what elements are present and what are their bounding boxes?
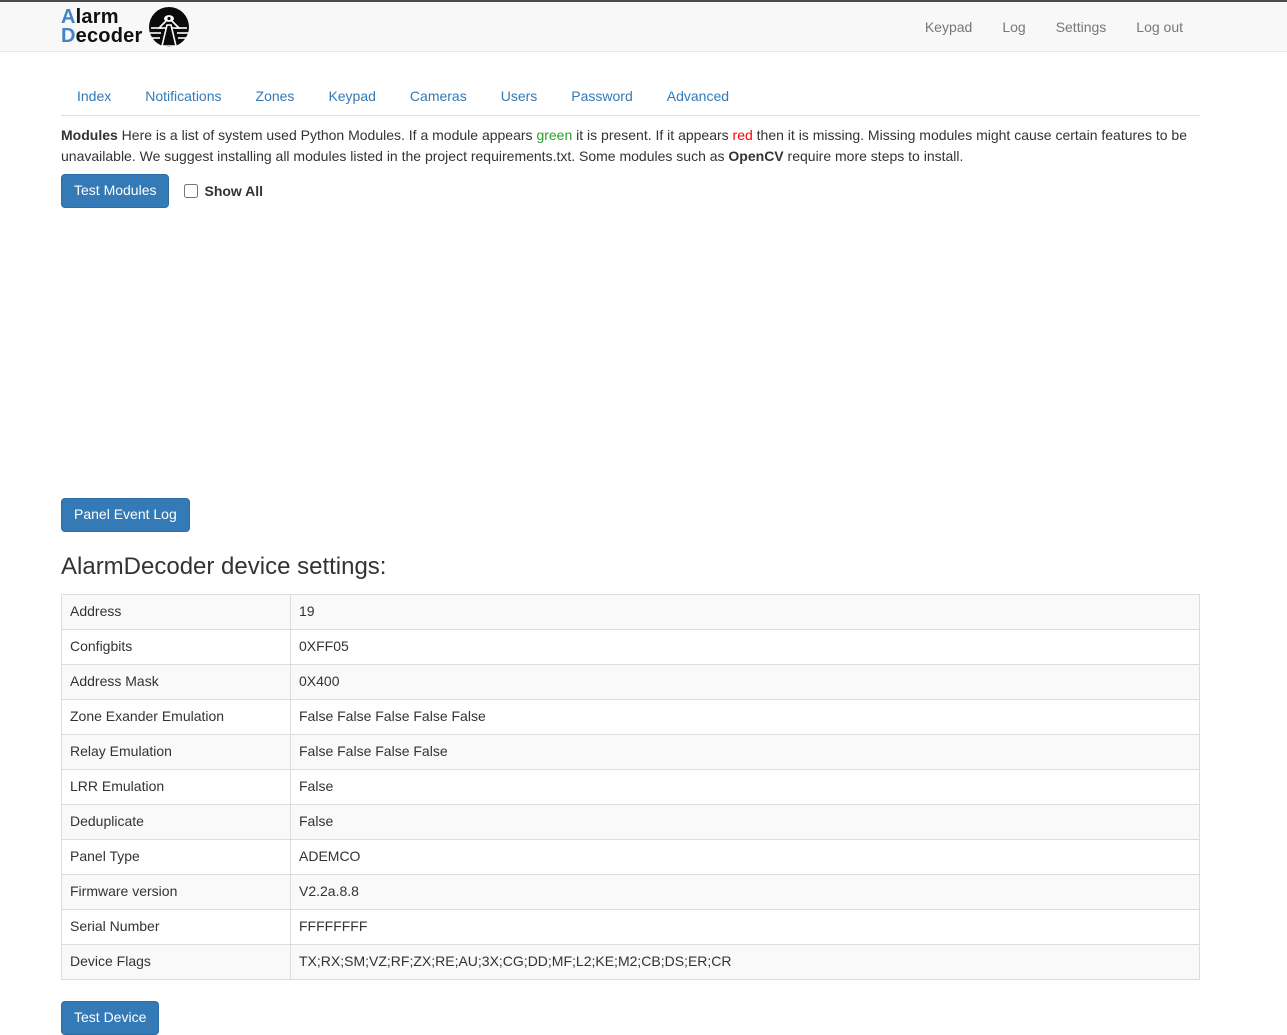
brand-logo[interactable]: Alarm Decoder xyxy=(61,6,190,48)
test-device-button[interactable]: Test Device xyxy=(61,1001,159,1035)
table-row: Address Mask0X400 xyxy=(62,664,1200,699)
device-setting-value: False xyxy=(291,769,1200,804)
device-setting-value: 0XFF05 xyxy=(291,629,1200,664)
module-results-area xyxy=(61,208,1200,498)
green-status-word: green xyxy=(536,127,572,143)
nav-item-log-out[interactable]: Log out xyxy=(1121,4,1198,50)
table-row: Serial NumberFFFFFFFF xyxy=(62,909,1200,944)
device-setting-label: Device Flags xyxy=(62,944,291,979)
device-setting-value: False xyxy=(291,804,1200,839)
device-settings-table: Address19Configbits0XFF05Address Mask0X4… xyxy=(61,594,1200,980)
device-setting-label: Configbits xyxy=(62,629,291,664)
opencv-word: OpenCV xyxy=(728,148,783,164)
device-setting-label: Address xyxy=(62,594,291,629)
navbar-menu: KeypadLogSettingsLog out xyxy=(910,4,1198,50)
table-row: Address19 xyxy=(62,594,1200,629)
device-setting-value: 0X400 xyxy=(291,664,1200,699)
red-status-word: red xyxy=(733,127,753,143)
modules-controls: Test Modules Show All xyxy=(61,174,1200,208)
device-setting-value: 19 xyxy=(291,594,1200,629)
main-content: IndexNotificationsZonesKeypadCamerasUser… xyxy=(61,77,1200,1035)
modules-description-text: Here is a list of system used Python Mod… xyxy=(118,127,537,143)
panel-log-row: Panel Event Log xyxy=(61,498,1200,532)
show-all-option[interactable]: Show All xyxy=(184,183,263,199)
modules-description-text: it is present. If it appears xyxy=(572,127,732,143)
modules-description-text: require more steps to install. xyxy=(784,148,964,164)
device-setting-label: LRR Emulation xyxy=(62,769,291,804)
brand-wordmark: Alarm Decoder xyxy=(61,8,142,46)
tab-advanced[interactable]: Advanced xyxy=(651,77,745,115)
table-row: Panel TypeADEMCO xyxy=(62,839,1200,874)
device-setting-value: V2.2a.8.8 xyxy=(291,874,1200,909)
device-setting-value: False False False False xyxy=(291,734,1200,769)
device-setting-label: Zone Exander Emulation xyxy=(62,699,291,734)
navbar: Alarm Decoder KeypadLogSettingsLog out xyxy=(0,2,1287,52)
tab-zones[interactable]: Zones xyxy=(240,77,311,115)
device-setting-label: Address Mask xyxy=(62,664,291,699)
panel-event-log-button[interactable]: Panel Event Log xyxy=(61,498,190,532)
table-row: DeduplicateFalse xyxy=(62,804,1200,839)
table-row: Relay EmulationFalse False False False xyxy=(62,734,1200,769)
modules-description-lead: Modules xyxy=(61,127,118,143)
device-settings-heading: AlarmDecoder device settings: xyxy=(61,553,1200,581)
device-setting-label: Serial Number xyxy=(62,909,291,944)
device-setting-value: ADEMCO xyxy=(291,839,1200,874)
device-setting-label: Deduplicate xyxy=(62,804,291,839)
show-all-label: Show All xyxy=(204,183,263,199)
table-row: Configbits0XFF05 xyxy=(62,629,1200,664)
device-setting-label: Panel Type xyxy=(62,839,291,874)
nav-item-keypad[interactable]: Keypad xyxy=(910,4,987,50)
tab-password[interactable]: Password xyxy=(555,77,648,115)
device-setting-value: False False False False False xyxy=(291,699,1200,734)
test-modules-button[interactable]: Test Modules xyxy=(61,174,169,208)
alarmdecoder-lighthouse-icon xyxy=(148,6,190,48)
table-row: Device FlagsTX;RX;SM;VZ;RF;ZX;RE;AU;3X;C… xyxy=(62,944,1200,979)
table-row: Zone Exander EmulationFalse False False … xyxy=(62,699,1200,734)
device-setting-value: FFFFFFFF xyxy=(291,909,1200,944)
device-settings-table-body: Address19Configbits0XFF05Address Mask0X4… xyxy=(62,594,1200,979)
show-all-checkbox[interactable] xyxy=(184,184,198,198)
table-row: Firmware versionV2.2a.8.8 xyxy=(62,874,1200,909)
tab-index[interactable]: Index xyxy=(61,77,127,115)
device-setting-label: Relay Emulation xyxy=(62,734,291,769)
tab-notifications[interactable]: Notifications xyxy=(129,77,237,115)
tab-keypad[interactable]: Keypad xyxy=(312,77,391,115)
nav-item-settings[interactable]: Settings xyxy=(1041,4,1122,50)
table-row: LRR EmulationFalse xyxy=(62,769,1200,804)
page-tabs: IndexNotificationsZonesKeypadCamerasUser… xyxy=(61,77,1200,116)
brand-accent-letter: D xyxy=(61,25,76,47)
device-setting-value: TX;RX;SM;VZ;RF;ZX;RE;AU;3X;CG;DD;MF;L2;K… xyxy=(291,944,1200,979)
device-setting-label: Firmware version xyxy=(62,874,291,909)
nav-item-log[interactable]: Log xyxy=(987,4,1040,50)
brand-letters: ecoder xyxy=(76,25,143,47)
tab-cameras[interactable]: Cameras xyxy=(394,77,483,115)
test-device-row: Test Device xyxy=(61,1001,1200,1035)
tab-users[interactable]: Users xyxy=(485,77,554,115)
modules-description: Modules Here is a list of system used Py… xyxy=(61,125,1200,167)
